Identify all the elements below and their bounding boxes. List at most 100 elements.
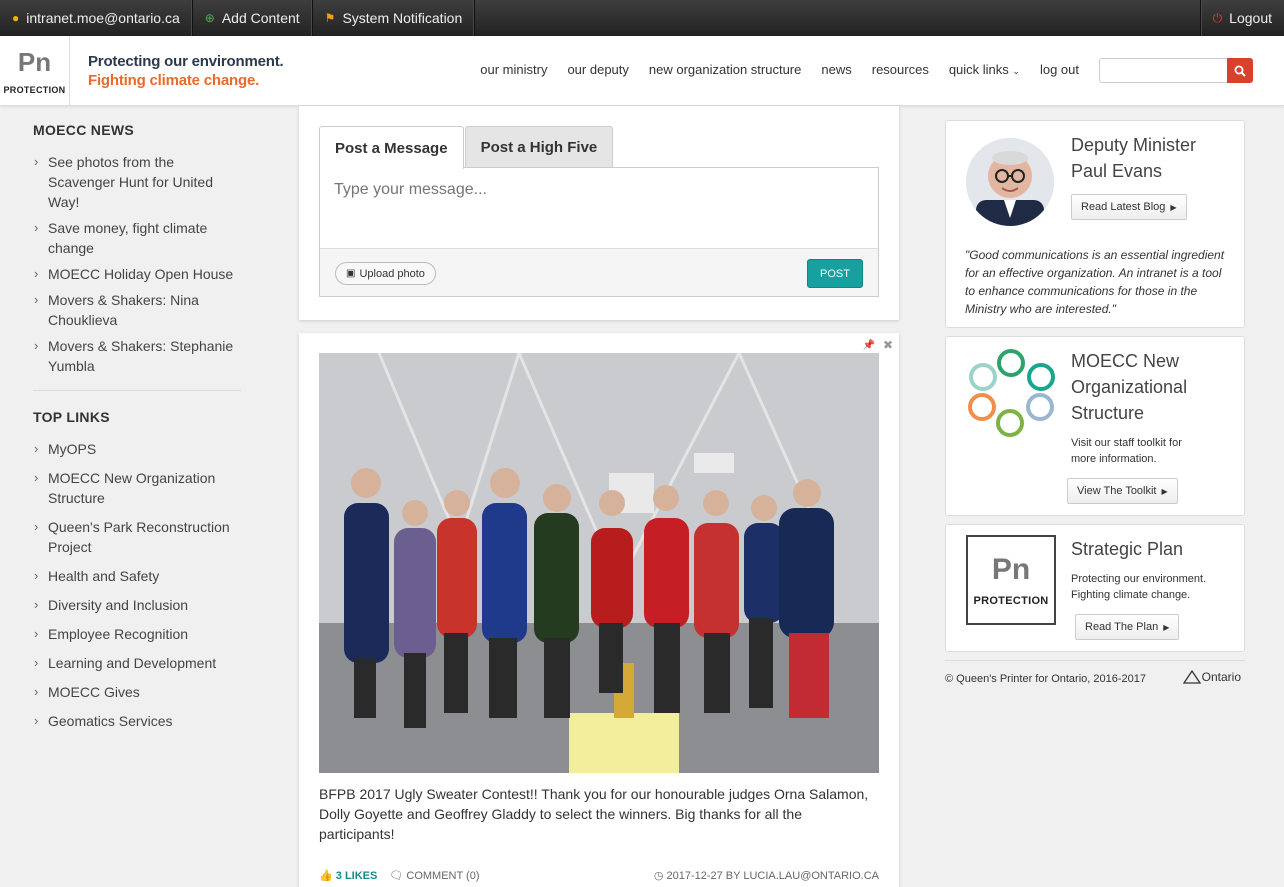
- post-photo[interactable]: [319, 353, 879, 773]
- view-toolkit-label: View The Toolkit: [1077, 485, 1157, 497]
- tab-post-high-five[interactable]: Post a High Five: [464, 126, 614, 168]
- logo-pn-text: Pn: [17, 47, 52, 77]
- nav-resources[interactable]: resources: [872, 62, 929, 77]
- upload-photo-label: Upload photo: [359, 267, 425, 280]
- deputy-avatar: [966, 138, 1054, 226]
- chevron-down-icon: ⌄: [1012, 66, 1020, 76]
- post-meta: 👍 3 LIKES 🗨 COMMENT (0) ◷ 2017-12-27 BY …: [319, 869, 879, 882]
- view-toolkit-button[interactable]: View The Toolkit ▶: [1067, 478, 1178, 504]
- pin-icon[interactable]: 📌: [863, 340, 875, 351]
- logout-button[interactable]: ⏻ Logout: [1199, 0, 1284, 36]
- flag-icon: ⚑: [324, 11, 336, 25]
- trillium-icon: [1182, 669, 1201, 684]
- nav-new-organization-structure[interactable]: new organization structure: [649, 62, 801, 77]
- news-item[interactable]: See photos from the Scavenger Hunt for U…: [33, 152, 241, 212]
- post-caption: BFPB 2017 Ugly Sweater Contest!! Thank y…: [319, 786, 869, 842]
- nav-our-deputy[interactable]: our deputy: [567, 62, 628, 77]
- top-link[interactable]: Geomatics Services: [33, 711, 241, 731]
- top-link[interactable]: Learning and Development: [33, 653, 241, 673]
- post-button[interactable]: POST: [807, 259, 863, 288]
- post-date-author: ◷ 2017-12-27 BY LUCIA.LAU@ONTARIO.CA: [654, 869, 879, 882]
- top-link[interactable]: MOECC Gives: [33, 682, 241, 702]
- group-photo-illustration: [319, 353, 879, 773]
- search-input[interactable]: [1099, 58, 1227, 83]
- logo-protection-text: PROTECTION: [3, 85, 66, 95]
- comment-button[interactable]: 🗨 COMMENT (0): [389, 869, 479, 882]
- top-link[interactable]: Health and Safety: [33, 566, 241, 586]
- top-link[interactable]: Queen's Park Reconstruction Project: [33, 517, 241, 557]
- plus-circle-icon: ⊕: [204, 11, 215, 25]
- system-notification-label: System Notification: [342, 10, 463, 26]
- deputy-quote: "Good communications is an essential ing…: [965, 248, 1225, 316]
- add-content-label: Add Content: [221, 10, 300, 26]
- site-logo[interactable]: Pn PROTECTION: [0, 36, 70, 105]
- tagline-line2: Fighting climate change.: [88, 72, 260, 89]
- system-notification-button[interactable]: ⚑ System Notification: [313, 0, 476, 36]
- main-nav: our ministry our deputy new organization…: [480, 62, 1079, 77]
- search-icon: [1234, 65, 1246, 77]
- power-icon: ⏻: [1212, 10, 1223, 25]
- nav-quick-links: quick links: [948, 62, 1009, 77]
- clock-icon: ◷: [653, 870, 664, 882]
- plan-logo-protection: PROTECTION: [973, 595, 1049, 607]
- news-item[interactable]: Movers & Shakers: Stephanie Yumbla: [33, 336, 241, 376]
- top-link[interactable]: Diversity and Inclusion: [33, 595, 241, 615]
- caret-right-icon: ▶: [1161, 486, 1168, 496]
- add-content-button[interactable]: ⊕ Add Content: [193, 0, 313, 36]
- upload-photo-button[interactable]: ▣ Upload photo: [335, 262, 436, 285]
- nav-quick-links-dropdown[interactable]: quick links ⌄: [949, 62, 1020, 77]
- org-structure-card: MOECC New Organizational Structure Visit…: [945, 336, 1245, 516]
- deputy-portrait: [966, 138, 1054, 226]
- strategic-plan-title: Strategic Plan: [1071, 539, 1184, 559]
- news-item[interactable]: Save money, fight climate change: [33, 218, 241, 258]
- top-links-heading: TOP LINKS: [33, 409, 110, 425]
- post-composer: Post a Message Post a High Five ▣ Upload…: [299, 106, 899, 320]
- search-form: [1099, 58, 1253, 83]
- caret-right-icon: ▶: [1163, 622, 1170, 632]
- top-link[interactable]: MyOPS: [33, 439, 241, 459]
- nav-log-out[interactable]: log out: [1040, 62, 1079, 77]
- copyright-text: © Queen's Printer for Ontario, 2016-2017: [945, 673, 1146, 685]
- search-button[interactable]: [1227, 58, 1253, 83]
- org-structure-logo: [968, 349, 1055, 437]
- logout-label: Logout: [1229, 10, 1272, 26]
- footer: © Queen's Printer for Ontario, 2016-2017…: [945, 660, 1245, 690]
- user-email: intranet.moe@ontario.ca: [26, 10, 180, 26]
- message-toolbar: ▣ Upload photo POST: [320, 248, 878, 296]
- caret-right-icon: ▶: [1170, 202, 1177, 212]
- read-latest-blog-label: Read Latest Blog: [1081, 201, 1166, 213]
- news-item[interactable]: MOECC Holiday Open House: [33, 264, 241, 284]
- like-button[interactable]: 👍 3 LIKES: [319, 869, 377, 882]
- composer-tabs: Post a Message Post a High Five: [319, 126, 614, 169]
- message-box: ▣ Upload photo POST: [319, 167, 879, 297]
- nav-our-ministry[interactable]: our ministry: [480, 62, 547, 77]
- left-sidebar: MOECC NEWS See photos from the Scavenger…: [33, 122, 241, 740]
- sidebar-divider: [33, 390, 241, 391]
- top-link[interactable]: Employee Recognition: [33, 624, 241, 644]
- strategic-plan-text: Protecting our environment. Fighting cli…: [1071, 573, 1207, 601]
- message-input[interactable]: [320, 168, 878, 248]
- strategic-plan-logo: Pn PROTECTION: [966, 535, 1056, 625]
- tab-post-message[interactable]: Post a Message: [319, 126, 464, 169]
- org-structure-title: MOECC New Organizational Structure: [1071, 351, 1188, 423]
- comment-icon: 🗨: [389, 870, 404, 882]
- top-link[interactable]: MOECC New Organization Structure: [33, 468, 241, 508]
- top-bar: ● intranet.moe@ontario.ca ⊕ Add Content …: [0, 0, 1284, 36]
- ontario-logo[interactable]: Ontario: [1182, 669, 1241, 685]
- read-the-plan-label: Read The Plan: [1085, 621, 1159, 633]
- thumbs-up-icon: 👍: [319, 870, 333, 882]
- ontario-text: Ontario: [1201, 670, 1241, 684]
- nav-news[interactable]: news: [821, 62, 851, 77]
- news-list: See photos from the Scavenger Hunt for U…: [33, 152, 241, 376]
- read-the-plan-button[interactable]: Read The Plan ▶: [1075, 614, 1180, 640]
- news-item[interactable]: Movers & Shakers: Nina Chouklieva: [33, 290, 241, 330]
- user-icon: ●: [12, 11, 20, 25]
- deputy-title: Deputy Minister Paul Evans: [1071, 135, 1197, 181]
- user-account-link[interactable]: ● intranet.moe@ontario.ca: [0, 0, 193, 36]
- strategic-plan-card: Pn PROTECTION Strategic Plan Protecting …: [945, 524, 1245, 652]
- close-icon[interactable]: ✖: [883, 338, 893, 352]
- feed-post: 📌 ✖ BFPB 2017 Ugly Sweater Contest!! Tha…: [299, 333, 899, 887]
- tagline-line1: Protecting our environment.: [88, 53, 284, 70]
- read-latest-blog-button[interactable]: Read Latest Blog ▶: [1071, 194, 1187, 220]
- site-header: Pn PROTECTION Protecting our environment…: [0, 36, 1284, 106]
